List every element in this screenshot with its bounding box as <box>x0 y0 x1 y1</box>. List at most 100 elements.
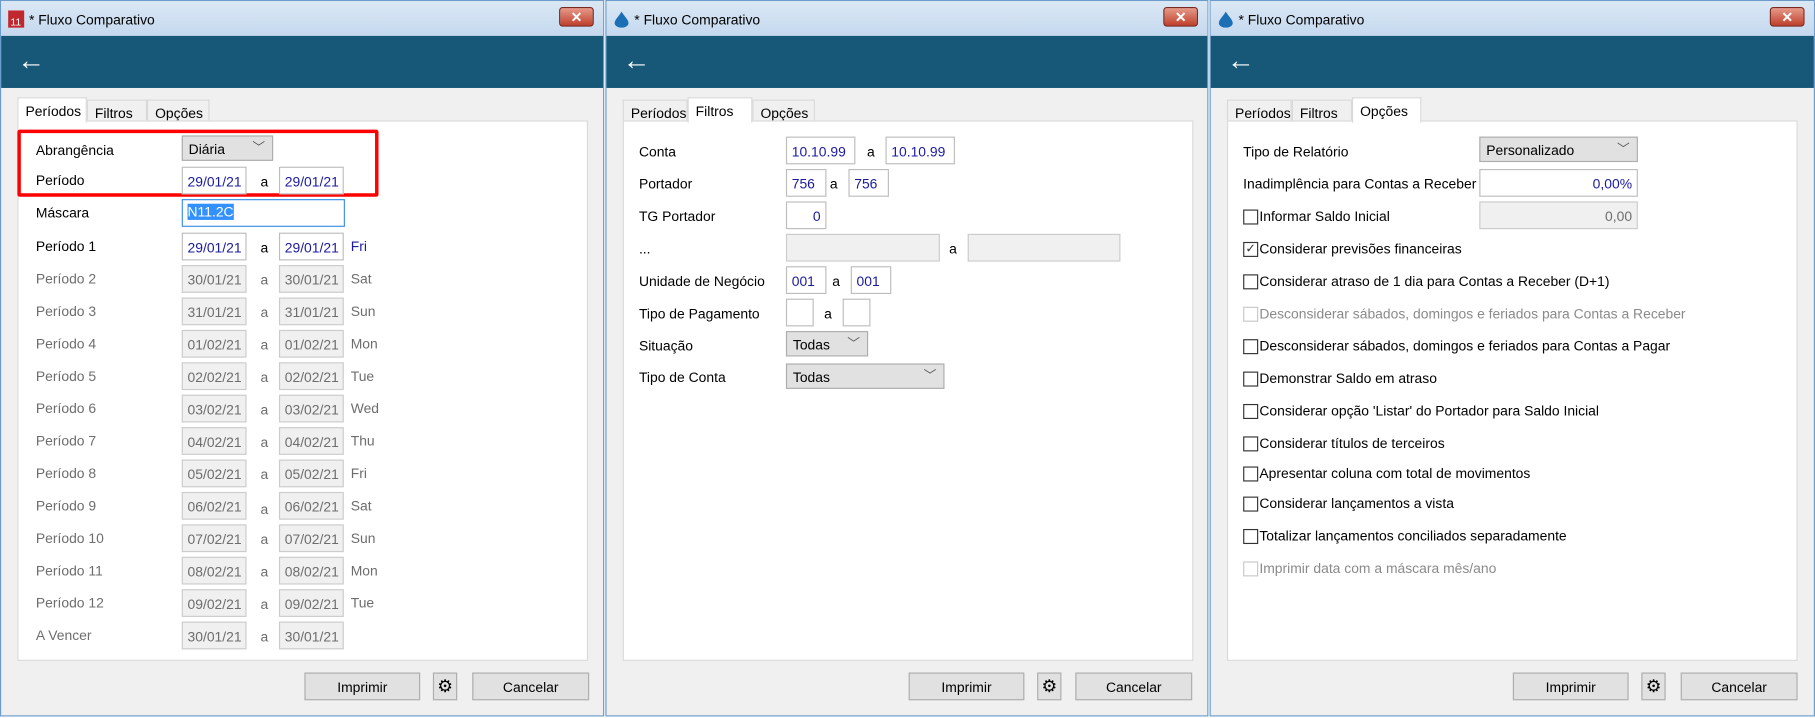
option-checkbox[interactable]: ✓ Considerar previsões financeiras <box>1243 241 1462 257</box>
ellipsis-from-input[interactable] <box>785 233 940 262</box>
checkbox-box[interactable] <box>1243 528 1259 544</box>
tg-portador-input[interactable]: 0 <box>785 201 827 230</box>
period-from-input[interactable]: 31/01/21 <box>181 297 247 326</box>
checkbox-box[interactable] <box>1243 370 1259 387</box>
tab-opcoes[interactable]: Opções <box>1351 97 1422 123</box>
unidade-from-input[interactable]: 001 <box>785 266 827 295</box>
period-from-input[interactable]: 02/02/21 <box>181 362 247 391</box>
conta-to-input[interactable]: 10.10.99 <box>885 136 955 165</box>
tipo-conta-select[interactable]: Todas ﹀ <box>785 363 945 389</box>
title-bar[interactable]: 11 * Fluxo Comparativo ✕ <box>1 1 604 36</box>
close-button[interactable]: ✕ <box>559 6 594 27</box>
abrangencia-select[interactable]: Diária ﹀ <box>181 135 274 161</box>
back-arrow-icon[interactable]: ← <box>1227 47 1255 75</box>
period-to-input[interactable]: 08/02/21 <box>278 556 344 585</box>
period-to-input[interactable]: 30/01/21 <box>278 265 344 293</box>
checkbox-label: Informar Saldo Inicial <box>1259 208 1390 225</box>
close-button[interactable]: ✕ <box>1163 6 1199 27</box>
period-from-input[interactable]: 03/02/21 <box>181 394 247 423</box>
period-from-input[interactable]: 06/02/21 <box>181 491 247 520</box>
period-to-input[interactable]: 04/02/21 <box>278 427 344 455</box>
period-to-input[interactable]: 30/01/21 <box>278 621 344 650</box>
tab-filtros[interactable]: Filtros <box>687 97 753 123</box>
tipo_pagamento-from-input[interactable] <box>785 298 814 327</box>
periodo-to-input[interactable]: 29/01/21 <box>278 166 344 195</box>
period-from-input[interactable]: 29/01/21 <box>181 232 247 261</box>
option-checkbox[interactable]: Considerar atraso de 1 dia para Contas a… <box>1243 273 1610 289</box>
checkbox-box[interactable] <box>1243 495 1259 512</box>
option-checkbox[interactable]: Totalizar lançamentos conciliados separa… <box>1243 528 1567 544</box>
period-to-input[interactable]: 31/01/21 <box>278 297 344 326</box>
cancel-button[interactable]: Cancelar <box>1075 672 1193 701</box>
checkbox-box[interactable] <box>1243 208 1259 224</box>
option-checkbox[interactable]: Desconsiderar sábados, domingos e feriad… <box>1243 338 1670 354</box>
period-to-input[interactable]: 02/02/21 <box>278 362 344 391</box>
tab-filtros[interactable]: Filtros <box>1291 99 1352 122</box>
checkbox-box[interactable] <box>1243 403 1259 419</box>
portador-from-input[interactable]: 756 <box>785 168 827 197</box>
period-label: Período 7 <box>35 432 97 450</box>
period-to-input[interactable]: 09/02/21 <box>278 589 344 617</box>
title-bar[interactable]: * Fluxo Comparativo ✕ <box>606 1 1208 36</box>
option-checkbox[interactable]: Apresentar coluna com total de movimento… <box>1243 465 1530 482</box>
period-from-input[interactable]: 09/02/21 <box>181 589 247 617</box>
checkbox-box[interactable] <box>1243 338 1259 354</box>
portador-to-input[interactable]: 756 <box>848 168 889 197</box>
tab-opcoes[interactable]: Opções <box>147 99 210 122</box>
tipo-relatorio-select[interactable]: Personalizado ﹀ <box>1479 136 1638 163</box>
period-to-input[interactable]: 03/02/21 <box>278 394 344 423</box>
settings-gear-icon[interactable]: ⚙ <box>1037 672 1062 701</box>
period-from-input[interactable]: 30/01/21 <box>181 265 247 293</box>
print-button[interactable]: Imprimir <box>1512 672 1629 701</box>
inadimplencia-input[interactable]: 0,00% <box>1479 168 1638 197</box>
tab-periodos[interactable]: Períodos <box>622 99 688 122</box>
back-arrow-icon[interactable]: ← <box>623 47 651 75</box>
period-from-input[interactable]: 30/01/21 <box>181 621 247 650</box>
settings-gear-icon[interactable]: ⚙ <box>432 672 458 701</box>
print-button[interactable]: Imprimir <box>908 672 1025 701</box>
option-checkbox[interactable]: Considerar títulos de terceiros <box>1243 435 1445 451</box>
tab-periodos[interactable]: Períodos <box>1226 99 1292 122</box>
cancel-button[interactable]: Cancelar <box>472 672 590 701</box>
title-bar[interactable]: * Fluxo Comparativo ✕ <box>1210 1 1814 36</box>
period-to-input[interactable]: 01/02/21 <box>278 329 344 358</box>
settings-gear-icon[interactable]: ⚙ <box>1641 672 1666 701</box>
tab-opcoes[interactable]: Opções <box>752 99 815 122</box>
period-from-input[interactable]: 01/02/21 <box>181 329 247 358</box>
period-from-input[interactable]: 08/02/21 <box>181 556 247 585</box>
period-to-input[interactable]: 06/02/21 <box>278 491 344 520</box>
period-from-input[interactable]: 07/02/21 <box>181 524 247 553</box>
period-to-input[interactable]: 29/01/21 <box>278 232 344 261</box>
mascara-input[interactable]: N11.2C <box>181 199 345 227</box>
tab-filtros[interactable]: Filtros <box>86 99 148 122</box>
tab-periodos[interactable]: Períodos <box>17 97 87 123</box>
abrangencia-value: Diária <box>188 141 225 158</box>
informar-saldo-inicial-checkbox[interactable]: Informar Saldo Inicial <box>1243 208 1390 225</box>
period-label: Período 8 <box>35 465 97 482</box>
checkbox-box[interactable] <box>1243 435 1259 451</box>
periodo-from-input[interactable]: 29/01/21 <box>181 166 247 195</box>
period-weekday: Fri <box>350 465 367 482</box>
unidade-to-input[interactable]: 001 <box>850 266 892 295</box>
period-to-input[interactable]: 05/02/21 <box>278 459 344 488</box>
close-button[interactable]: ✕ <box>1769 6 1805 27</box>
print-button[interactable]: Imprimir <box>304 672 421 701</box>
period-from-input[interactable]: 05/02/21 <box>181 459 247 488</box>
situacao-select[interactable]: Todas ﹀ <box>785 331 869 357</box>
checkbox-label: Desconsiderar sábados, domingos e feriad… <box>1259 305 1686 322</box>
saldo-inicial-input[interactable]: 0,00 <box>1479 201 1638 230</box>
period-to-input[interactable]: 07/02/21 <box>278 524 344 553</box>
tipo_pagamento-to-input[interactable] <box>842 298 871 327</box>
period-from-input[interactable]: 04/02/21 <box>181 427 247 455</box>
ellipsis-to-input[interactable] <box>967 233 1121 262</box>
back-arrow-icon[interactable]: ← <box>17 47 45 75</box>
cancel-button[interactable]: Cancelar <box>1680 672 1798 701</box>
checkbox-box[interactable] <box>1243 273 1259 289</box>
option-checkbox[interactable]: Considerar lançamentos a vista <box>1243 495 1454 512</box>
option-checkbox[interactable]: Demonstrar Saldo em atraso <box>1243 370 1437 387</box>
option-checkbox[interactable]: Considerar opção 'Listar' do Portador pa… <box>1243 403 1599 419</box>
checkbox-box[interactable]: ✓ <box>1243 241 1259 257</box>
checkbox-box[interactable] <box>1243 465 1259 481</box>
conta-from-input[interactable]: 10.10.99 <box>785 136 856 165</box>
tipo_pagamento-sep: a <box>824 305 832 322</box>
